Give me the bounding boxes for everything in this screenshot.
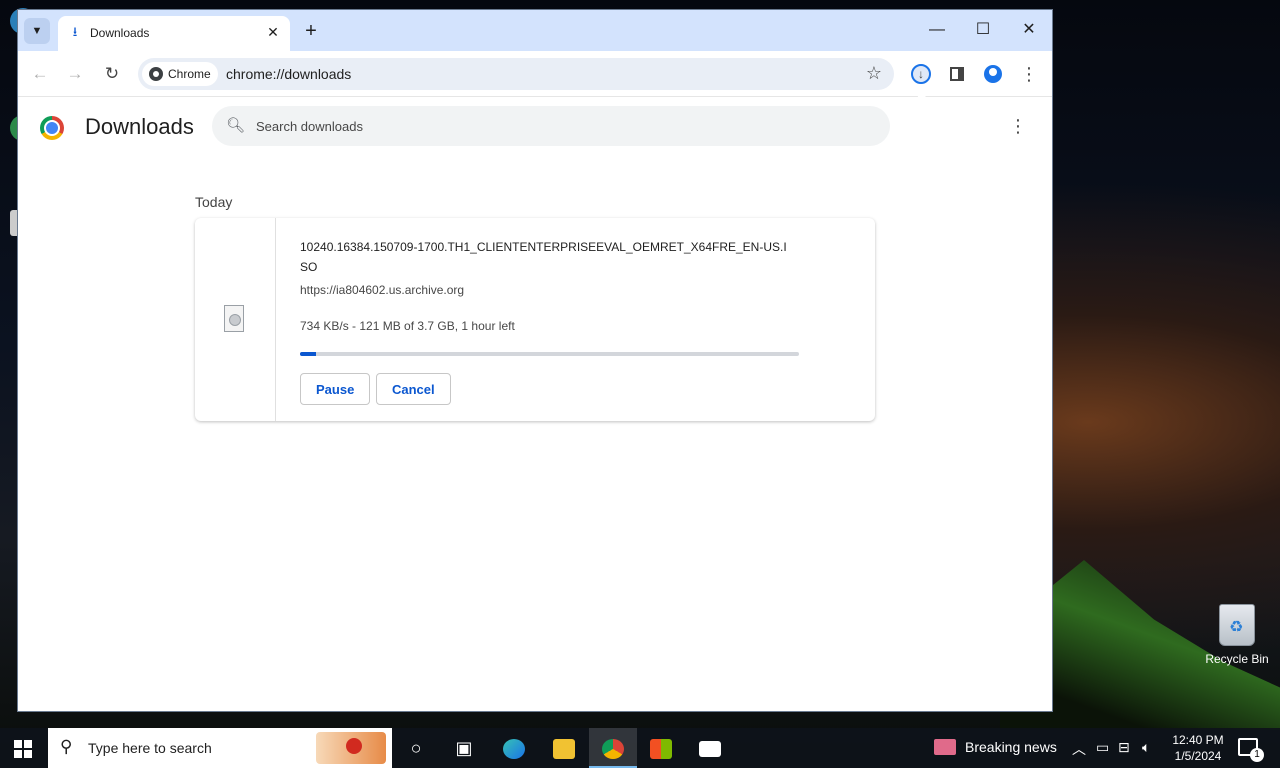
notification-count: 1 <box>1250 748 1264 762</box>
progress-fill <box>300 352 316 356</box>
back-button[interactable]: ← <box>28 62 52 86</box>
toolbar: ← → ↻ Chrome chrome://downloads ☆ ↓ ⋮ <box>18 51 1052 97</box>
search-highlight-image <box>316 732 386 764</box>
side-panel-button[interactable] <box>945 62 969 86</box>
file-name: 10240.16384.150709-1700.TH1_CLIENTENTERP… <box>300 240 787 274</box>
notification-center-button[interactable]: 1 <box>1238 738 1264 762</box>
tab-downloads[interactable]: ⭳ Downloads ✕ <box>58 16 290 51</box>
new-tab-button[interactable]: + <box>299 19 323 43</box>
file-explorer-app[interactable] <box>540 728 588 768</box>
edge-app[interactable] <box>490 728 538 768</box>
chevron-up-icon[interactable]: ︿ <box>1072 739 1086 759</box>
mail-app[interactable] <box>686 728 734 768</box>
tab-title: Downloads <box>90 26 150 40</box>
task-view-button[interactable]: ▣ <box>440 728 488 768</box>
side-panel-icon <box>950 67 964 81</box>
date-section-label: Today <box>195 194 233 210</box>
tab-search-button[interactable]: ▼ <box>24 18 50 44</box>
chrome-menu-button[interactable]: ⋮ <box>1017 62 1041 86</box>
chip-label: Chrome <box>168 67 211 81</box>
search-icon: ⚲ <box>60 737 73 756</box>
address-bar[interactable]: Chrome chrome://downloads ☆ <box>138 58 894 90</box>
news-widget[interactable]: Breaking news <box>934 739 1057 755</box>
clock-date: 1/5/2024 <box>1174 749 1222 763</box>
download-status: 734 KB/s - 121 MB of 3.7 GB, 1 hour left <box>300 319 515 333</box>
profile-button[interactable] <box>981 62 1005 86</box>
downloads-page: Downloads 🔍︎ ⋮ Today 10240.16384.150709-… <box>18 98 1052 711</box>
news-label: Breaking news <box>965 739 1057 755</box>
recycle-bin-icon <box>1219 604 1255 646</box>
clock-time: 12:40 PM <box>1172 733 1224 747</box>
search-input[interactable] <box>256 116 856 136</box>
pause-button[interactable]: Pause <box>300 373 371 405</box>
volume-muted-icon[interactable]: 🔈︎ <box>1142 739 1150 756</box>
chrome-app[interactable] <box>589 728 637 768</box>
close-tab-icon[interactable]: ✕ <box>264 23 282 41</box>
search-downloads-bar[interactable]: 🔍︎ <box>212 106 890 146</box>
taskbar: ⚲ Type here to search ○ ▣ Breaking news … <box>0 728 1280 768</box>
store-app[interactable] <box>637 728 685 768</box>
news-icon <box>934 739 956 755</box>
system-clock[interactable]: 12:40 PM 1/5/2024 <box>1168 732 1228 764</box>
minimize-button[interactable]: — <box>914 10 960 50</box>
download-icon: ⭳ <box>72 24 78 39</box>
network-icon[interactable]: ⊟ <box>1118 739 1130 756</box>
site-info-chip[interactable]: Chrome <box>142 62 218 86</box>
source-url[interactable]: https://ia804602.us.archive.org <box>300 283 464 297</box>
search-icon: 🔍︎ <box>226 117 246 134</box>
recycle-bin-label: Recycle Bin <box>1205 652 1269 666</box>
reload-button[interactable]: ↻ <box>100 62 124 86</box>
chrome-logo-icon <box>40 116 64 140</box>
close-window-button[interactable]: ✕ <box>1006 10 1052 50</box>
file-icon-column <box>195 218 276 421</box>
download-item: 10240.16384.150709-1700.TH1_CLIENTENTERP… <box>195 218 875 421</box>
download-progress-icon: ↓ <box>911 64 931 84</box>
start-button[interactable] <box>14 740 32 758</box>
chrome-icon <box>149 67 163 81</box>
downloads-button[interactable]: ↓ <box>909 62 933 86</box>
recycle-bin[interactable]: Recycle Bin <box>1200 600 1274 666</box>
taskbar-search-placeholder: Type here to search <box>88 740 212 756</box>
taskbar-search-box[interactable]: ⚲ Type here to search <box>48 728 392 768</box>
more-actions-button[interactable]: ⋮ <box>1008 114 1028 138</box>
avatar <box>984 65 1002 83</box>
tab-strip: ▼ ⭳ Downloads ✕ + — ☐ ✕ <box>18 10 1052 51</box>
forward-button[interactable]: → <box>63 62 87 86</box>
url-text[interactable]: chrome://downloads <box>226 66 351 82</box>
page-title: Downloads <box>85 114 194 139</box>
meet-now-icon[interactable]: ▭ <box>1096 739 1109 756</box>
chevron-down-icon: ▼ <box>31 25 43 37</box>
cancel-button[interactable]: Cancel <box>376 373 451 405</box>
bookmark-star-icon[interactable]: ☆ <box>866 63 882 84</box>
cortana-button[interactable]: ○ <box>392 728 440 768</box>
maximize-button[interactable]: ☐ <box>960 10 1006 50</box>
chrome-window: ▼ ⭳ Downloads ✕ + — ☐ ✕ ← → ↻ Chrome chr… <box>18 10 1052 711</box>
disc-image-file-icon <box>224 305 244 332</box>
download-progress-bar <box>300 352 799 356</box>
